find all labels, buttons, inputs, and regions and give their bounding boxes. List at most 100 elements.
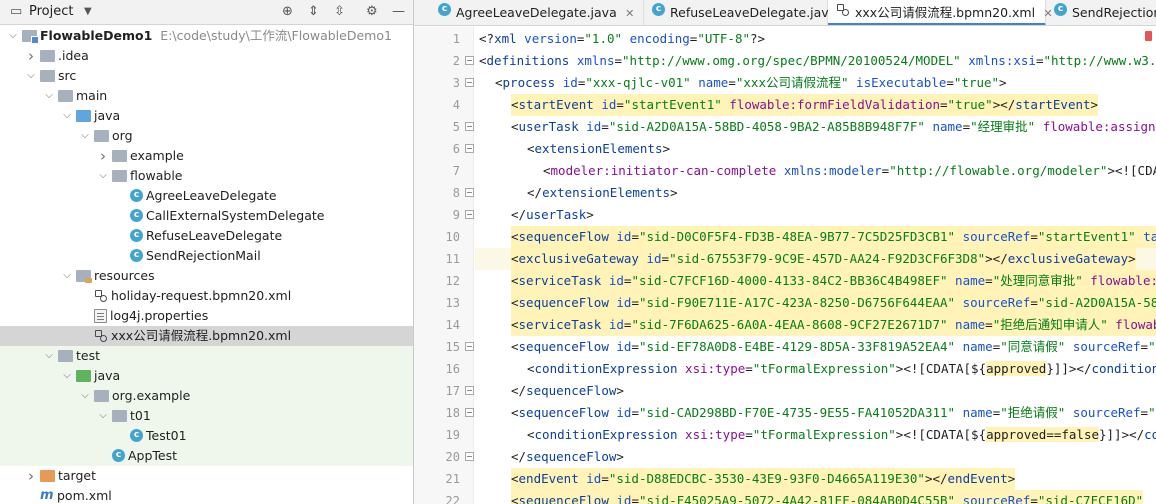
close-tab-icon[interactable]: ✕ — [623, 1, 637, 25]
code-line[interactable]: <conditionExpression xsi:type="tFormalEx… — [475, 358, 1156, 380]
code-text: </userTask> — [511, 204, 594, 226]
code-line[interactable]: <definitions xmlns="http://www.omg.org/s… — [475, 50, 1156, 72]
editor-tab[interactable]: cRefuseLeaveDelegate.java✕ — [644, 0, 854, 25]
tree-item[interactable]: ⌵ java — [0, 106, 413, 126]
code-token: "startEvent1" — [623, 97, 722, 112]
code-line[interactable]: <startEvent id="startEvent1" flowable:fo… — [475, 94, 1156, 116]
tree-item[interactable]: ⌵ src — [0, 66, 413, 86]
chevron-down-icon[interactable]: ⌵ — [58, 106, 76, 126]
code-line[interactable]: <sequenceFlow id="sid-F45025A9-5072-4A42… — [475, 490, 1156, 504]
code-line[interactable]: </extensionElements> — [475, 182, 1156, 204]
code-line[interactable]: <conditionExpression xsi:type="tFormalEx… — [475, 424, 1156, 446]
code-line[interactable]: <process id="xxx-qjlc-v01" name="xxx公司请假… — [475, 72, 1156, 94]
project-panel-title[interactable]: Project — [29, 4, 73, 19]
chevron-down-icon[interactable]: ⌵ — [40, 346, 58, 366]
tree-item[interactable]: xxx公司请假流程.bpmn20.xml — [0, 326, 413, 346]
tree-item[interactable]: c AgreeLeaveDelegate — [0, 186, 413, 206]
chevron-down-icon[interactable]: ⌵ — [40, 86, 58, 106]
fold-toggle-icon[interactable] — [465, 144, 474, 153]
code-token: "sid-7F6DA625-6A0A-4EAA-8608-9CF27E2671D… — [631, 317, 948, 332]
fold-toggle-icon[interactable] — [465, 56, 474, 65]
tree-item[interactable]: ⌵ test — [0, 346, 413, 366]
code-line[interactable]: <serviceTask id = "sid-7F6DA625-6A0A-4EAA-… — [475, 314, 1156, 336]
chevron-down-icon[interactable]: ⌵ — [22, 66, 40, 86]
code-line[interactable]: <sequenceFlow id="sid-CAD298BD-F70E-4735… — [475, 402, 1156, 424]
fold-toggle-icon[interactable] — [465, 408, 474, 417]
code-line[interactable]: </sequenceFlow> — [475, 446, 1156, 468]
code-line[interactable]: <modeler:initiator-can-complete xmlns:mo… — [475, 160, 1156, 182]
tree-item[interactable]: c Test01 — [0, 426, 413, 446]
code-line[interactable]: <sequenceFlow id="sid-D0C0F5F4-FD3B-48EA… — [475, 226, 1156, 248]
line-number: 6 — [452, 142, 460, 156]
tree-item[interactable]: c AppTest — [0, 446, 413, 466]
chevron-right-icon[interactable]: › — [22, 466, 40, 486]
tree-item[interactable]: ⌵ org — [0, 126, 413, 146]
tree-item[interactable]: log4j.properties — [0, 306, 413, 326]
code-line[interactable]: <endEvent id="sid-D88EDCBC-3530-43E9-93F… — [475, 468, 1156, 490]
code-line[interactable]: <sequenceFlow id="sid-EF78A0D8-E4BE-4129… — [475, 336, 1156, 358]
collapse-all-icon[interactable]: ⇳ — [334, 4, 345, 19]
tree-item[interactable]: › example — [0, 146, 413, 166]
editor-tab[interactable]: xxx公司请假流程.bpmn20.xml ✕ — [828, 0, 1053, 25]
tree-item[interactable]: c CallExternalSystemDelegate — [0, 206, 413, 226]
tree-item[interactable]: › target — [0, 466, 413, 486]
project-view-icon[interactable]: ▭ — [10, 4, 22, 19]
code-token: </ — [527, 185, 543, 200]
tree-item[interactable]: ⌵ main — [0, 86, 413, 106]
hide-panel-icon[interactable]: — — [392, 4, 405, 19]
code-token: }]]></ — [1099, 427, 1145, 442]
locate-file-icon[interactable]: ⊕ — [282, 4, 293, 19]
chevron-down-icon[interactable]: ⌵ — [76, 126, 94, 146]
fold-toggle-icon[interactable] — [465, 210, 474, 219]
code-token: name — [955, 273, 986, 288]
tree-item[interactable]: ⌵ FlowableDemo1 E:\code\study\工作流\Flowable… — [0, 26, 413, 46]
tree-item[interactable]: › .idea — [0, 46, 413, 66]
fold-toggle-icon[interactable] — [465, 452, 474, 461]
view-dropdown-chevron-icon[interactable]: ▼ — [84, 6, 92, 17]
tree-item[interactable]: ⌵ resources — [0, 266, 413, 286]
tree-item-label: .idea — [58, 48, 89, 63]
fold-toggle-icon[interactable] — [465, 78, 474, 87]
tree-item[interactable]: ⌵ flowable — [0, 166, 413, 186]
code-line[interactable]: </sequenceFlow> — [475, 380, 1156, 402]
folder-icon — [112, 410, 127, 422]
expand-all-icon[interactable]: ⇕ — [308, 4, 319, 19]
editor-tab[interactable]: c AgreeLeaveDelegate.java ✕ — [430, 0, 644, 25]
code-token: xsi:type — [685, 427, 746, 442]
code-line[interactable]: <extensionElements> — [475, 138, 1156, 160]
fold-toggle-icon[interactable] — [465, 188, 474, 197]
fold-toggle-icon[interactable] — [465, 342, 474, 351]
chevron-down-icon[interactable]: ⌵ — [94, 406, 112, 426]
tree-item[interactable]: c SendRejectionMail — [0, 246, 413, 266]
tree-item[interactable]: ⌵ java — [0, 366, 413, 386]
code-area[interactable]: <?xml version="1.0" encoding="UTF-8"?> <d… — [475, 27, 1156, 504]
code-token: = — [616, 97, 624, 112]
code-line[interactable]: </userTask> — [475, 204, 1156, 226]
code-line[interactable]: <exclusiveGateway id="sid-67553F79-9C9E-… — [475, 248, 1156, 270]
chevron-down-icon[interactable]: ⌵ — [94, 166, 112, 186]
code-line[interactable]: <serviceTask id = "sid-C7FCF16D-4000-4133-… — [475, 270, 1156, 292]
project-panel-header: ▭ Project ▼ ⊕ ⇕ ⇳ ⚙ — — [0, 0, 413, 25]
fold-toggle-icon[interactable] — [465, 386, 474, 395]
code-line[interactable]: <userTask id="sid-A2D0A15A-58BD-4058-9BA… — [475, 116, 1156, 138]
tree-item[interactable]: holiday-request.bpmn20.xml — [0, 286, 413, 306]
fold-toggle-icon[interactable] — [465, 122, 474, 131]
tree-item[interactable]: c RefuseLeaveDelegate — [0, 226, 413, 246]
settings-gear-icon[interactable]: ⚙ — [366, 4, 378, 19]
chevron-down-icon[interactable]: ⌵ — [4, 26, 22, 46]
code-token: > — [662, 141, 670, 156]
tree-item[interactable]: ⌵ org.example — [0, 386, 413, 406]
chevron-down-icon[interactable]: ⌵ — [58, 366, 76, 386]
code-line[interactable]: <sequenceFlow id="sid-F90E711E-A17C-423A… — [475, 292, 1156, 314]
editor-tab[interactable]: c SendRejectionMail — [1046, 0, 1156, 25]
chevron-right-icon[interactable]: › — [22, 46, 40, 66]
code-token: flowable:class — [1115, 317, 1156, 332]
chevron-down-icon[interactable]: ⌵ — [58, 266, 76, 286]
error-marker-icon[interactable] — [1145, 31, 1152, 41]
code-line[interactable]: <?xml version="1.0" encoding="UTF-8"?> — [475, 28, 1156, 50]
tree-item[interactable]: m pom.xml — [0, 486, 413, 504]
chevron-right-icon[interactable]: › — [94, 146, 112, 166]
chevron-down-icon[interactable]: ⌵ — [76, 386, 94, 406]
tree-item[interactable]: ⌵ t01 — [0, 406, 413, 426]
